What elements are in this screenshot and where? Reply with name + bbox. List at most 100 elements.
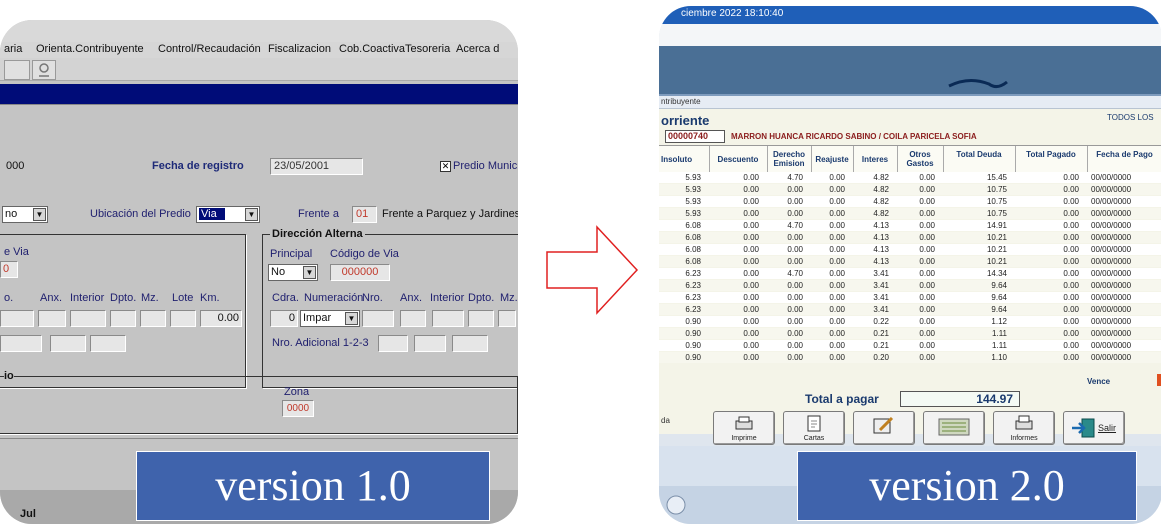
table-row[interactable]: 6.08 0.00 0.00 0.00 4.13 0.00 10.21 0.00 00/00/0…	[659, 244, 1161, 255]
table-cell: 0.00	[787, 293, 803, 302]
menu-item-acerca[interactable]: Acerca d	[456, 43, 499, 55]
chevron-down-icon: ▼	[245, 208, 258, 221]
table-cell: 0.00	[829, 305, 845, 314]
nro-adicional-label: Nro. Adicional 1-2-3	[272, 337, 369, 349]
anx-alt-field[interactable]	[400, 310, 426, 327]
frente-label: Frente a	[298, 208, 339, 220]
left-select-value: no	[5, 208, 18, 220]
window-titlebar: ciembre 2022 18:10:40	[659, 6, 1161, 24]
menu-item-fiscalizacion[interactable]: Fiscalizacion	[268, 43, 331, 55]
table-cell: 0.00	[919, 293, 935, 302]
table-cell: 0.00	[919, 185, 935, 194]
table-row[interactable]: 5.93 0.00 0.00 0.00 4.82 0.00 10.75 0.00 00/00/0…	[659, 208, 1161, 219]
table-row[interactable]: 5.93 0.00 0.00 0.00 4.82 0.00 10.75 0.00 00/00/0…	[659, 196, 1161, 207]
informes-button[interactable]: Informes	[993, 411, 1055, 445]
extra-field[interactable]	[50, 335, 86, 352]
dpto-field[interactable]	[110, 310, 136, 327]
table-cell: 4.82	[873, 197, 889, 206]
table-cell: 0.00	[787, 317, 803, 326]
table-cell: 0.00	[787, 257, 803, 266]
table-cell: 0.00	[919, 257, 935, 266]
column-separator	[897, 146, 898, 172]
table-cell: 0.00	[829, 173, 845, 182]
col-numeracion: Numeración	[304, 292, 364, 304]
menu-item-cob-coactiva[interactable]: Cob.Coactiva	[339, 43, 405, 55]
contribuyente-code-field[interactable]: 00000740	[665, 130, 725, 143]
table-cell: 0.00	[829, 293, 845, 302]
table-row[interactable]: 6.08 0.00 0.00 0.00 4.13 0.00 10.21 0.00 00/00/0…	[659, 232, 1161, 243]
nro-alt-field[interactable]	[362, 310, 394, 327]
table-cell: 0.00	[1063, 173, 1079, 182]
table-row[interactable]: 6.23 0.00 4.70 0.00 3.41 0.00 14.34 0.00 00/00/0…	[659, 268, 1161, 279]
imprime-button[interactable]: Imprime	[713, 411, 775, 445]
table-cell: 0.00	[919, 341, 935, 350]
mz-field[interactable]	[140, 310, 166, 327]
cdra-field[interactable]: 0	[270, 310, 298, 327]
contribuyente-code: 00000740	[668, 131, 709, 141]
table-row[interactable]: 0.90 0.00 0.00 0.00 0.22 0.00 1.12 0.00 00/00/00…	[659, 316, 1161, 327]
table-row[interactable]: 5.93 0.00 4.70 0.00 4.82 0.00 15.45 0.00 00/00/0…	[659, 172, 1161, 183]
fecha-registro-field[interactable]: 23/05/2001	[270, 158, 363, 175]
menu-item-control-recaudacion[interactable]: Control/Recaudación	[158, 43, 261, 55]
principal-label: Principal	[270, 248, 313, 260]
column-separator	[709, 146, 710, 172]
table-row[interactable]: 6.23 0.00 0.00 0.00 3.41 0.00 9.64 0.00 00/00/00…	[659, 280, 1161, 291]
salir-button[interactable]: Salir	[1063, 411, 1125, 445]
table-cell: 6.23	[685, 293, 701, 302]
table-row[interactable]: 6.23 0.00 0.00 0.00 3.41 0.00 9.64 0.00 00/00/00…	[659, 292, 1161, 303]
extra-field[interactable]	[90, 335, 126, 352]
table-row[interactable]: 6.08 0.00 4.70 0.00 4.13 0.00 14.91 0.00 00/00/0…	[659, 220, 1161, 231]
table-row[interactable]: 5.93 0.00 0.00 0.00 4.82 0.00 10.75 0.00 00/00/0…	[659, 184, 1161, 195]
toolbar-button[interactable]	[4, 60, 30, 80]
table-cell: 0.00	[829, 353, 845, 362]
cartas-button[interactable]: Cartas	[783, 411, 845, 445]
start-icon[interactable]	[665, 494, 687, 516]
menu-bar: aria Orienta.Contribuyente Control/Recau…	[0, 42, 518, 58]
table-cell: 0.00	[1063, 317, 1079, 326]
column-header: Total Pagado	[1026, 150, 1076, 159]
extra-field[interactable]	[0, 335, 42, 352]
via-code-field[interactable]: 0	[0, 261, 18, 278]
frente-code-field[interactable]: 01	[352, 206, 377, 223]
left-select[interactable]: no ▼	[2, 206, 48, 223]
zona-field[interactable]: 0000	[282, 400, 314, 417]
ubicacion-select[interactable]: Via ▼	[196, 206, 260, 223]
nro-adicional-3[interactable]	[452, 335, 488, 352]
interior-alt-field[interactable]	[432, 310, 464, 327]
table-cell: 3.41	[873, 281, 889, 290]
table-row[interactable]: 6.23 0.00 0.00 0.00 3.41 0.00 9.64 0.00 00/00/00…	[659, 304, 1161, 315]
table-cell: 0.00	[743, 221, 759, 230]
table-body: 5.93 0.00 4.70 0.00 4.82 0.00 15.45 0.00 00/00/0…	[659, 172, 1161, 372]
table-row[interactable]: 0.90 0.00 0.00 0.00 0.21 0.00 1.11 0.00 00/00/00…	[659, 328, 1161, 339]
table-row[interactable]: 0.90 0.00 0.00 0.00 0.20 0.00 1.10 0.00 00/00/00…	[659, 352, 1161, 363]
fecha-registro-label: Fecha de registro	[152, 160, 244, 172]
codigo-via-field[interactable]: 000000	[330, 264, 390, 281]
nro-adicional-1[interactable]	[378, 335, 408, 352]
dpto-alt-field[interactable]	[468, 310, 494, 327]
tool-button-4[interactable]	[923, 411, 985, 445]
table-cell: 4.13	[873, 257, 889, 266]
tool-button-3[interactable]	[853, 411, 915, 445]
km-field[interactable]: 0.00	[200, 310, 242, 327]
mz-alt-field[interactable]	[498, 310, 516, 327]
toolbar-button[interactable]	[32, 60, 56, 80]
menu-item-tesoreria[interactable]: Tesoreria	[405, 43, 450, 55]
interior-field[interactable]	[70, 310, 106, 327]
nro-field[interactable]	[0, 310, 34, 327]
nro-adicional-2[interactable]	[414, 335, 446, 352]
lote-field[interactable]	[170, 310, 196, 327]
numeracion-select[interactable]: Impar ▼	[300, 310, 360, 327]
menu-item-orienta-contribuyente[interactable]: Orienta.Contribuyente	[36, 43, 144, 55]
predio-checkbox[interactable]: ✕	[440, 161, 451, 172]
table-row[interactable]: 6.08 0.00 0.00 0.00 4.13 0.00 10.21 0.00 00/00/0…	[659, 256, 1161, 267]
anx-field[interactable]	[38, 310, 66, 327]
todos-label: TODOS LOS	[1107, 113, 1154, 122]
menu-item[interactable]: aria	[4, 43, 22, 55]
table-cell: 9.64	[991, 305, 1007, 314]
table-cell: 10.21	[986, 245, 1007, 254]
table-cell: 0.00	[919, 221, 935, 230]
table-row[interactable]: 0.90 0.00 0.00 0.00 0.21 0.00 1.11 0.00 00/00/00…	[659, 340, 1161, 351]
total-field[interactable]: 144.97	[900, 391, 1020, 407]
principal-select[interactable]: No ▼	[268, 264, 318, 281]
table-cell: 6.23	[685, 269, 701, 278]
